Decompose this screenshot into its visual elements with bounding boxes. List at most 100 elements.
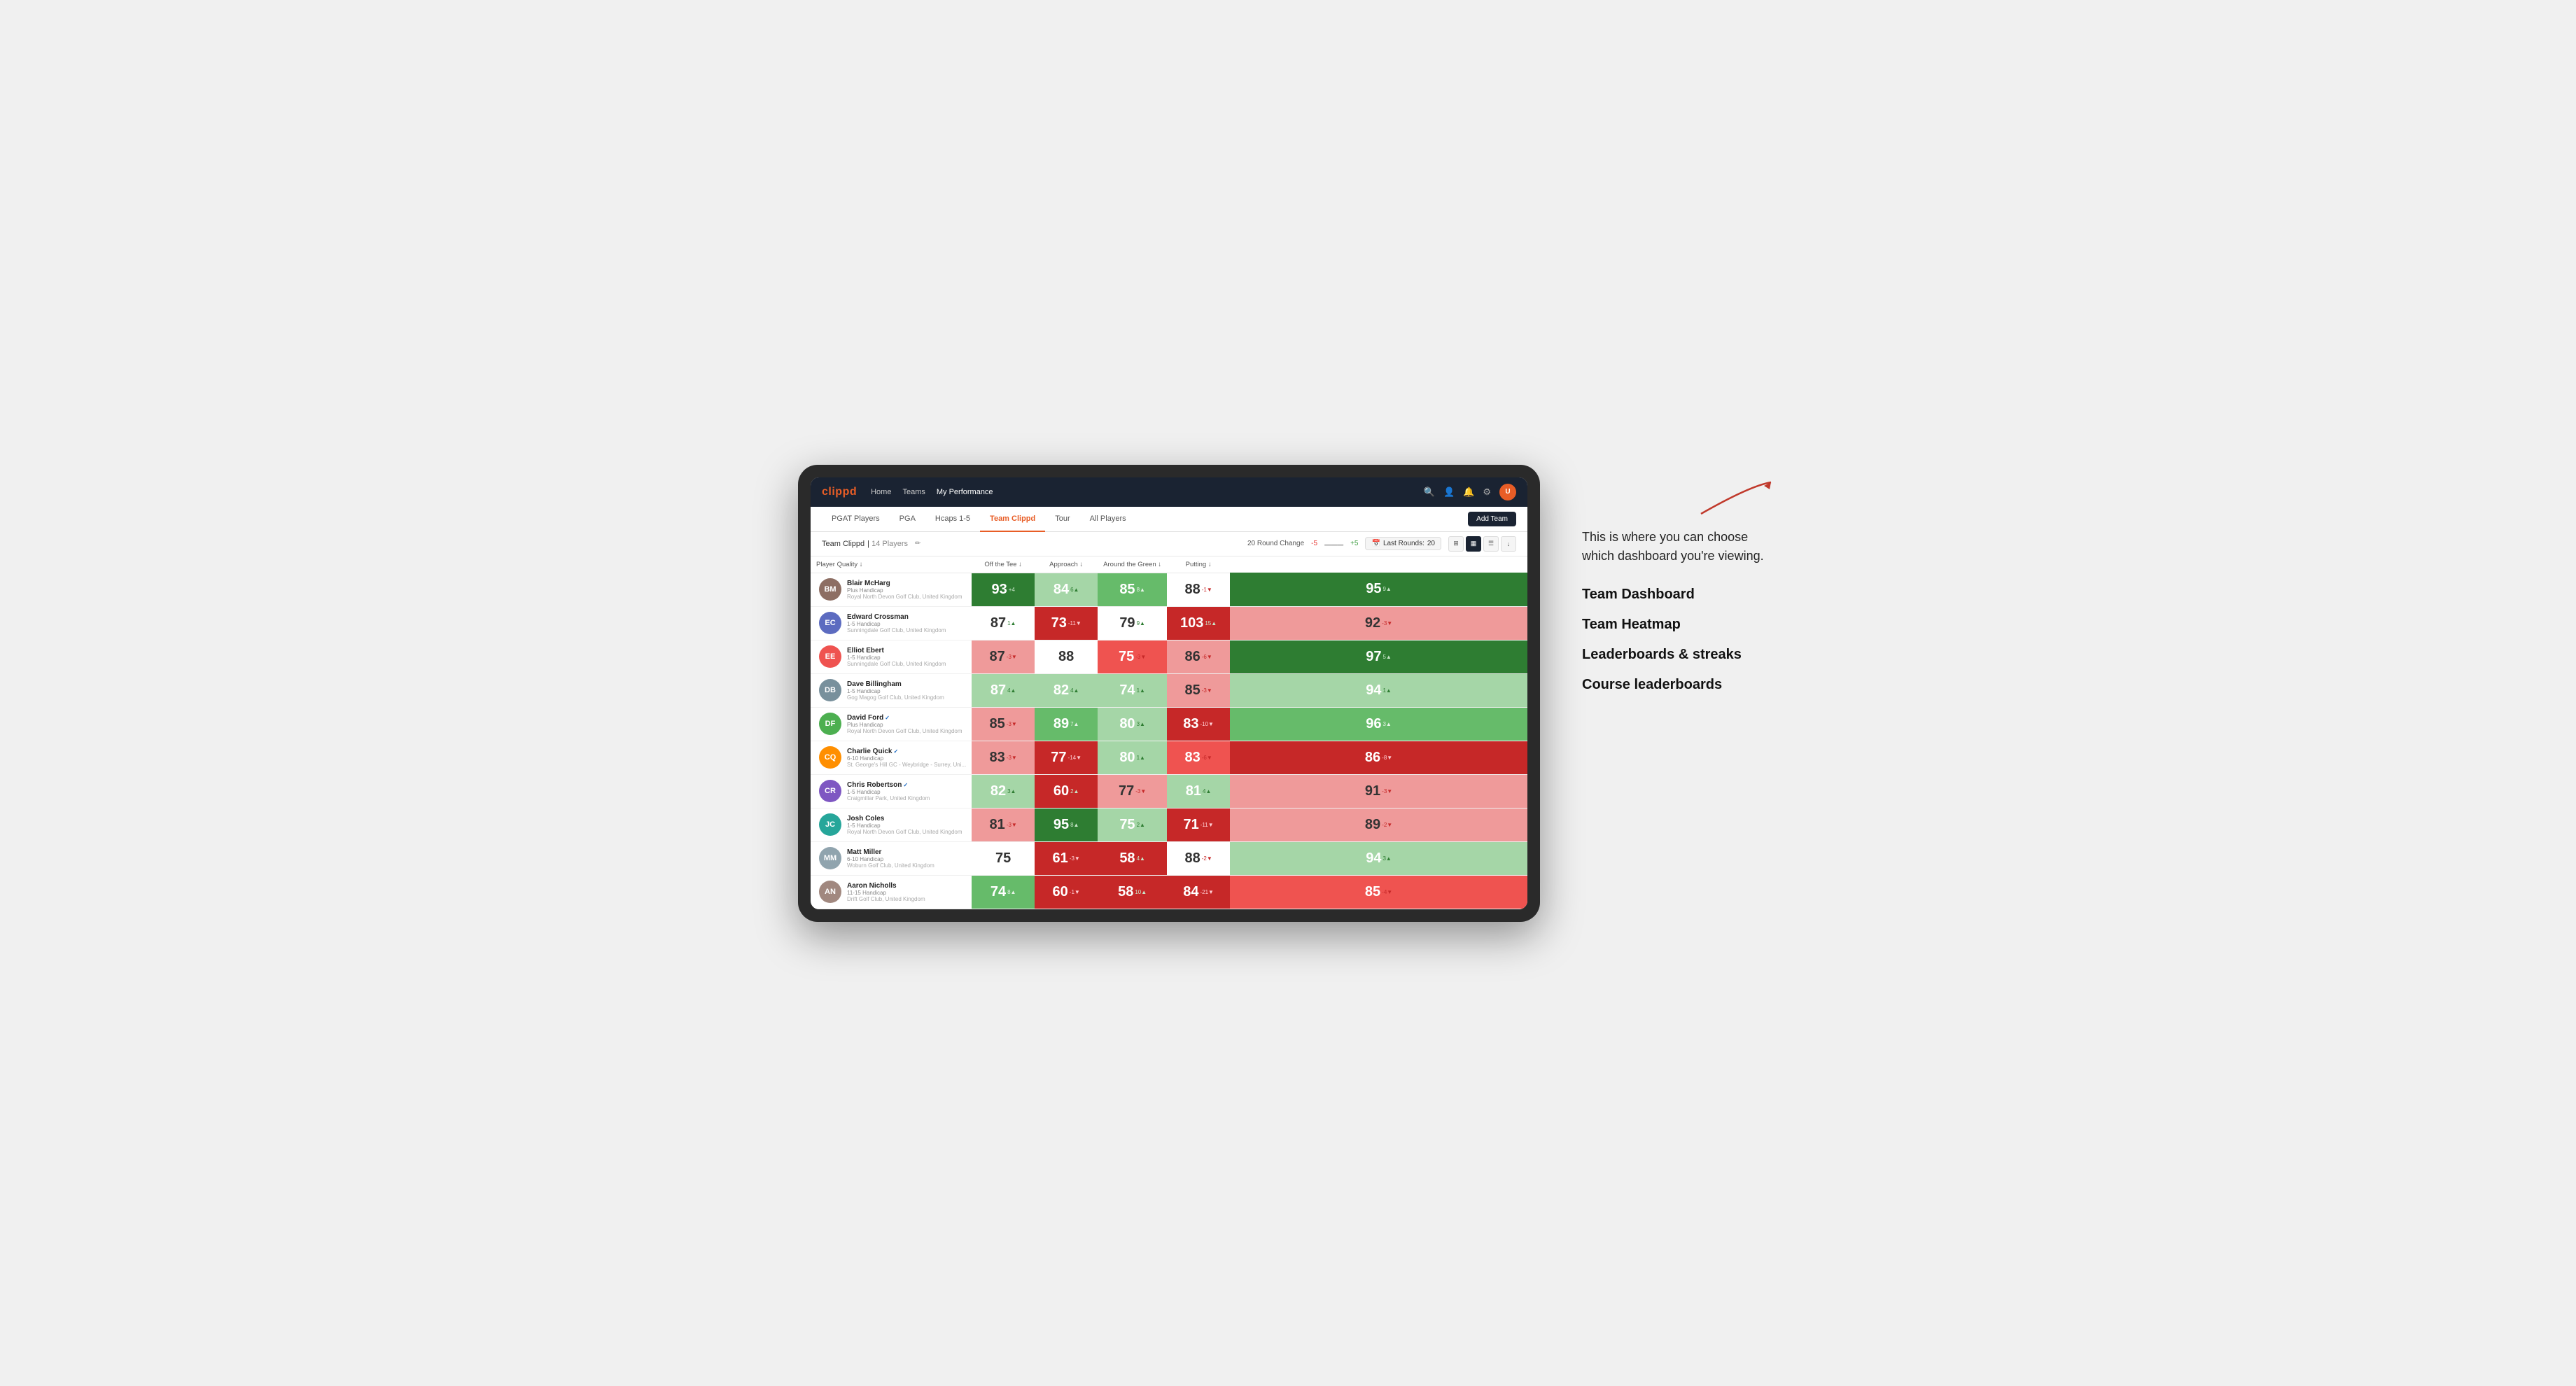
table-row[interactable]: EC Edward Crossman 1-5 Handicap Sunningd… [811, 606, 1527, 640]
metric-number: 73 [1051, 615, 1067, 631]
tab-hcaps[interactable]: Hcaps 1-5 [925, 507, 980, 532]
table-row[interactable]: AN Aaron Nicholls 11-15 Handicap Drift G… [811, 875, 1527, 909]
player-avatar: CR [819, 780, 841, 802]
metric-value: 846▲ [1035, 573, 1098, 606]
table-row[interactable]: EE Elliot Ebert 1-5 Handicap Sunningdale… [811, 640, 1527, 673]
table-row[interactable]: BM Blair McHarg Plus Handicap Royal Nort… [811, 573, 1527, 606]
metric-change: +4 [1009, 587, 1015, 593]
nav-my-performance[interactable]: My Performance [937, 485, 993, 499]
player-name[interactable]: Charlie Quick✓ [847, 748, 966, 755]
view-icons: ⊞ ▦ ☰ ↓ [1448, 536, 1516, 552]
player-info: Dave Billingham 1-5 Handicap Gog Magog G… [847, 680, 966, 701]
table-row[interactable]: DB Dave Billingham 1-5 Handicap Gog Mago… [811, 673, 1527, 707]
tab-pgat-players[interactable]: PGAT Players [822, 507, 890, 532]
tab-team-clippd[interactable]: Team Clippd [980, 507, 1045, 532]
metric-number: 75 [995, 850, 1011, 867]
table-row[interactable]: MM Matt Miller 6-10 Handicap Woburn Golf… [811, 841, 1527, 875]
verified-icon: ✓ [903, 782, 908, 788]
list-view-button[interactable]: ☰ [1483, 536, 1499, 552]
metric-change: -3▼ [1007, 721, 1017, 727]
metric-number: 86 [1365, 750, 1380, 766]
metric-change: -3▼ [1070, 855, 1080, 862]
metric-cell-1: 958▲ [1035, 808, 1098, 841]
metric-number: 89 [1054, 716, 1069, 732]
metric-value: 88-1▼ [1167, 573, 1230, 606]
player-name[interactable]: Josh Coles [847, 815, 966, 822]
player-info: Aaron Nicholls 11-15 Handicap Drift Golf… [847, 882, 966, 902]
metric-value: 75 [972, 842, 1035, 875]
metric-cell-0: 871▲ [972, 606, 1035, 640]
tab-pga[interactable]: PGA [890, 507, 925, 532]
player-name[interactable]: Dave Billingham [847, 680, 966, 688]
table-row[interactable]: JC Josh Coles 1-5 Handicap Royal North D… [811, 808, 1527, 841]
arrow-container [1582, 479, 1778, 521]
bell-icon[interactable]: 🔔 [1463, 486, 1474, 498]
col-around-green[interactable]: Around the Green ↓ [1098, 556, 1167, 573]
col-off-tee[interactable]: Off the Tee ↓ [972, 556, 1035, 573]
tablet-frame: clippd Home Teams My Performance 🔍 👤 🔔 ⚙… [798, 465, 1540, 922]
player-name[interactable]: Chris Robertson✓ [847, 781, 966, 789]
metric-number: 85 [1184, 682, 1200, 699]
nav-bar: clippd Home Teams My Performance 🔍 👤 🔔 ⚙… [811, 477, 1527, 507]
metric-cell-1: 77-14▼ [1035, 741, 1098, 774]
player-name[interactable]: Aaron Nicholls [847, 882, 966, 890]
heatmap-view-button[interactable]: ▦ [1466, 536, 1481, 552]
settings-icon[interactable]: ⚙ [1483, 486, 1491, 498]
player-cell: MM Matt Miller 6-10 Handicap Woburn Golf… [811, 841, 972, 875]
metric-change: 8▲ [1137, 587, 1145, 593]
tab-all-players[interactable]: All Players [1080, 507, 1136, 532]
user-avatar[interactable]: U [1499, 484, 1516, 500]
player-handicap: 6-10 Handicap [847, 856, 966, 862]
player-club: Woburn Golf Club, United Kingdom [847, 862, 966, 869]
table-row[interactable]: DF David Ford✓ Plus Handicap Royal North… [811, 707, 1527, 741]
metric-cell-0: 874▲ [972, 673, 1035, 707]
metric-number: 83 [990, 750, 1005, 766]
metric-number: 61 [1053, 850, 1068, 867]
search-icon[interactable]: 🔍 [1424, 486, 1435, 498]
col-putting[interactable]: Putting ↓ [1167, 556, 1230, 573]
team-header: Team Clippd | 14 Players ✏ 20 Round Chan… [811, 532, 1527, 556]
table-row[interactable]: CQ Charlie Quick✓ 6-10 Handicap St. Geor… [811, 741, 1527, 774]
player-handicap: Plus Handicap [847, 587, 966, 594]
last-rounds-button[interactable]: 📅 Last Rounds: 20 [1365, 537, 1441, 550]
metric-cell-1: 897▲ [1035, 707, 1098, 741]
player-count: | 14 Players [867, 540, 908, 548]
col-approach[interactable]: Approach ↓ [1035, 556, 1098, 573]
col-player-quality[interactable]: Player Quality ↓ [811, 556, 972, 573]
calendar-icon: 📅 [1371, 540, 1380, 547]
metric-cell-3: 814▲ [1167, 774, 1230, 808]
player-club: Sunningdale Golf Club, United Kingdom [847, 627, 966, 634]
metric-change: 2▲ [1137, 822, 1145, 828]
table-row[interactable]: CR Chris Robertson✓ 1-5 Handicap Craigmi… [811, 774, 1527, 808]
player-name[interactable]: Matt Miller [847, 848, 966, 856]
annotation-description: This is where you can choose which dashb… [1582, 528, 1778, 566]
metric-cell-1: 60-1▼ [1035, 875, 1098, 909]
metric-value: 897▲ [1035, 708, 1098, 741]
edit-icon[interactable]: ✏ [915, 540, 920, 547]
player-avatar: DF [819, 713, 841, 735]
add-team-button[interactable]: Add Team [1468, 512, 1516, 526]
grid-view-button[interactable]: ⊞ [1448, 536, 1464, 552]
player-cell: CR Chris Robertson✓ 1-5 Handicap Craigmi… [811, 774, 972, 808]
nav-home[interactable]: Home [871, 485, 891, 499]
metric-cell-1: 73-11▼ [1035, 606, 1098, 640]
download-button[interactable]: ↓ [1501, 536, 1516, 552]
metric-value: 86-8▼ [1230, 741, 1527, 774]
player-name[interactable]: Edward Crossman [847, 613, 966, 621]
metric-value: 84-21▼ [1167, 876, 1230, 909]
profile-icon[interactable]: 👤 [1443, 486, 1455, 498]
metric-change: -2▼ [1202, 855, 1212, 862]
metric-change: 1▲ [1137, 755, 1145, 761]
player-name[interactable]: Blair McHarg [847, 580, 966, 587]
player-name[interactable]: Elliot Ebert [847, 647, 966, 654]
nav-teams[interactable]: Teams [902, 485, 925, 499]
metric-change: 9▲ [1137, 620, 1145, 626]
metric-number: 84 [1054, 582, 1069, 598]
tab-tour[interactable]: Tour [1045, 507, 1079, 532]
metric-cell-2: 741▲ [1098, 673, 1167, 707]
metric-number: 91 [1365, 783, 1380, 799]
player-name[interactable]: David Ford✓ [847, 714, 966, 722]
metric-change: 10▲ [1135, 889, 1147, 895]
metric-number: 81 [990, 817, 1005, 833]
player-club: Drift Golf Club, United Kingdom [847, 896, 966, 902]
